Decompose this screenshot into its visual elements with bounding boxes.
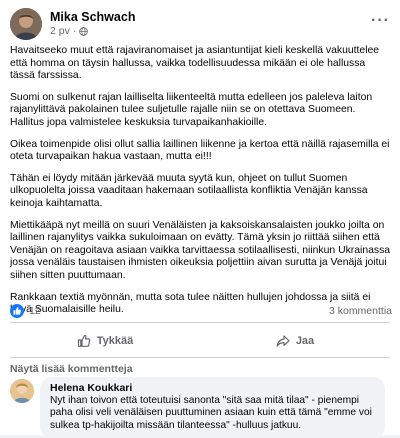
like-button-label: Tykkää xyxy=(96,335,134,347)
post-header: Mika Schwach 2 pv · ··· xyxy=(10,8,390,40)
post-paragraph: Tähän ei löydy mitään järkevää muuta syy… xyxy=(10,172,368,209)
share-button[interactable]: Jaa xyxy=(200,327,390,355)
post-meta: 2 pv · xyxy=(50,25,89,37)
thumbs-up-icon xyxy=(77,334,90,347)
like-count[interactable]: 12 xyxy=(29,305,41,317)
post-paragraph: Oikea toimenpide olisi ollut sallia lail… xyxy=(10,138,390,163)
author-name[interactable]: Mika Schwach xyxy=(50,10,135,24)
share-icon xyxy=(276,335,290,347)
share-button-label: Jaa xyxy=(295,335,315,347)
more-icon[interactable]: ··· xyxy=(371,12,390,30)
comment-count[interactable]: 3 kommenttia xyxy=(329,305,392,317)
view-more-comments-link[interactable]: Näytä lisää kommentteja xyxy=(10,363,133,375)
post-paragraph: Suomi on sulkenut rajan lailliselta liik… xyxy=(10,91,373,128)
post-stats: 12 3 kommenttia xyxy=(10,303,392,319)
post-paragraph: Havaitseeko muut että rajaviranomaiset j… xyxy=(10,45,380,82)
meta-separator: · xyxy=(72,25,77,37)
post-paragraph: Miettikääpä nyt meillä on suuri Venäläis… xyxy=(10,219,391,281)
action-bar: Tykkää Jaa xyxy=(10,327,390,355)
like-badge-icon[interactable] xyxy=(10,304,24,318)
divider xyxy=(10,357,390,358)
author-avatar[interactable] xyxy=(10,8,42,40)
globe-icon xyxy=(79,26,89,36)
commenter-avatar[interactable] xyxy=(10,379,34,403)
post-card: Mika Schwach 2 pv · ··· Havaitseeko muut… xyxy=(0,0,400,438)
post-time[interactable]: 2 pv xyxy=(50,25,70,37)
comment-text: Nyt ihan toivon että toteutuisi sanonta … xyxy=(50,395,372,431)
post-body: Havaitseeko muut että rajaviranomaiset j… xyxy=(10,45,392,326)
commenter-name[interactable]: Helena Koukkari xyxy=(50,382,375,394)
divider xyxy=(10,322,390,323)
like-button[interactable]: Tykkää xyxy=(10,327,200,355)
comment-bubble: Helena Koukkari Nyt ihan toivon että tot… xyxy=(40,377,385,438)
